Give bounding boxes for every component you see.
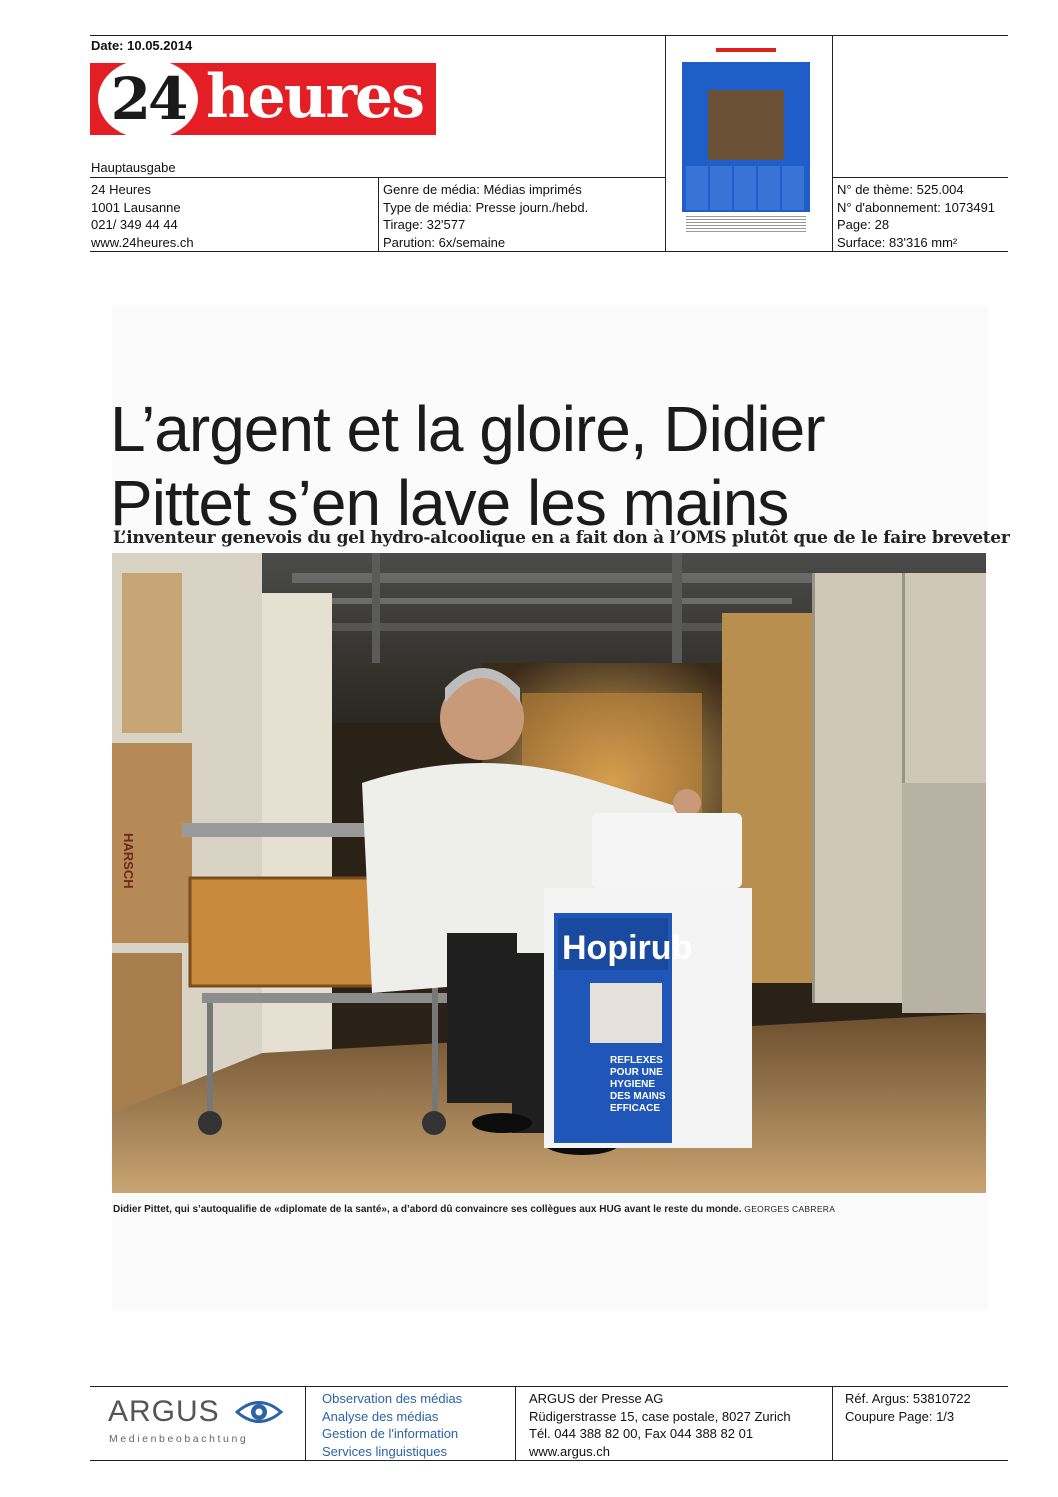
footer-divider-3 [832,1386,833,1460]
surface-area: Surface: 83'316 mm² [837,234,958,250]
article-headline: L’argent et la gloire, Didier Pittet s’e… [110,393,826,539]
caption-text: Didier Pittet, qui s’autoqualifie de «di… [113,1204,742,1215]
photo-credit: GEORGES CABRERA [744,1204,836,1214]
header-top-rule [90,35,1008,36]
argus-services: Observation des médias Analyse des média… [322,1390,462,1460]
argus-reference: Réf. Argus: 53810722 Coupure Page: 1/3 [845,1390,971,1425]
subscription-number: N° d'abonnement: 1073491 [837,199,996,215]
svg-text:HYGIENE: HYGIENE [610,1079,655,1090]
header-bottom-rule [90,251,1008,252]
clipping-date: Date: 10.05.2014 [91,38,193,53]
svg-text:POUR UNE: POUR UNE [610,1067,663,1078]
eye-icon [234,1401,284,1423]
company-name: ARGUS der Presse AG [529,1391,664,1406]
company-website: www.argus.ch [529,1443,610,1459]
footer-divider-2 [515,1386,516,1460]
svg-text:REFLEXES: REFLEXES [610,1055,663,1066]
reference-info: N° de thème: 525.004 N° d'abonnement: 10… [837,181,995,251]
header-mid-rule-right [832,177,1008,178]
service-information-management: Gestion de l'information [322,1426,459,1441]
newspaper-logo: 24 heures [90,59,436,139]
clipping-page: Coupure Page: 1/3 [845,1408,955,1424]
media-circulation: Tirage: 32'577 [383,217,466,232]
page-thumbnail [682,44,810,238]
media-type: Type de média: Presse journ./hebd. [383,199,589,215]
footer-bottom-rule [90,1460,1008,1461]
photo-caption: Didier Pittet, qui s’autoqualifie de «di… [113,1202,835,1217]
publisher-website: www.24heures.ch [91,234,194,250]
article-subhead: L’inventeur genevois du gel hydro-alcool… [113,528,1010,548]
footer-divider-1 [305,1386,306,1460]
service-media-observation: Observation des médias [322,1391,463,1406]
argus-logo: ARGUS Medienbeobachtung [108,1393,284,1451]
service-linguistic: Services linguistiques [322,1443,448,1459]
svg-text:EFFICACE: EFFICACE [610,1103,660,1114]
footer-top-rule [90,1386,1008,1387]
article-photo: Hopirub REFLEXES POUR UNE HYGIENE DES MA… [112,553,986,1193]
svg-text:HARSCH: HARSCH [121,833,136,889]
page-number: Page: 28 [837,217,890,232]
media-info: Genre de média: Médias imprimés Type de … [383,181,588,251]
publisher-phone: 021/ 349 44 44 [91,217,178,232]
company-phone-fax: Tél. 044 388 82 00, Fax 044 388 82 01 [529,1426,754,1441]
publisher-info: 24 Heures 1001 Lausanne 021/ 349 44 44 w… [91,181,194,251]
theme-number: N° de thème: 525.004 [837,182,964,197]
argus-ref-number: Réf. Argus: 53810722 [845,1391,971,1406]
publisher-city: 1001 Lausanne [91,199,181,215]
svg-text:DES MAINS: DES MAINS [610,1091,666,1102]
media-frequency: Parution: 6x/semaine [383,234,506,250]
service-media-analysis: Analyse des médias [322,1408,439,1424]
argus-address: ARGUS der Presse AG Rüdigerstrasse 15, c… [529,1390,791,1460]
header-divider-2 [665,35,666,251]
edition-label: Hauptausgabe [91,160,176,175]
media-genre: Genre de média: Médias imprimés [383,182,582,197]
hopirub-label: Hopirub [562,929,692,967]
publisher-name: 24 Heures [91,182,151,197]
header-divider-3 [832,35,833,251]
company-street: Rüdigerstrasse 15, case postale, 8027 Zu… [529,1408,791,1424]
header-divider-1 [378,177,379,251]
